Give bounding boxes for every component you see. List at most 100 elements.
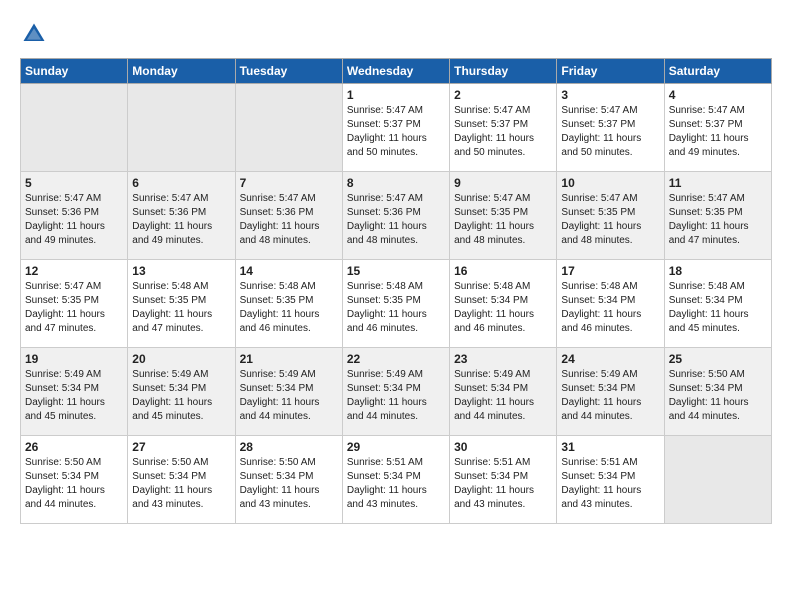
weekday-header-row: SundayMondayTuesdayWednesdayThursdayFrid…	[21, 59, 772, 84]
calendar-cell: 27 Sunrise: 5:50 AM Sunset: 5:34 PM Dayli…	[128, 436, 235, 524]
day-info: Sunrise: 5:48 AM Sunset: 5:34 PM Dayligh…	[454, 280, 552, 336]
weekday-header: Saturday	[664, 59, 771, 84]
calendar-week-row: 5 Sunrise: 5:47 AM Sunset: 5:36 PM Daylig…	[21, 172, 772, 260]
day-info: Sunrise: 5:48 AM Sunset: 5:34 PM Dayligh…	[561, 280, 659, 336]
day-number: 15	[347, 264, 445, 278]
day-info: Sunrise: 5:47 AM Sunset: 5:37 PM Dayligh…	[347, 104, 445, 160]
day-info: Sunrise: 5:50 AM Sunset: 5:34 PM Dayligh…	[25, 456, 123, 512]
calendar-cell: 23 Sunrise: 5:49 AM Sunset: 5:34 PM Dayli…	[450, 348, 557, 436]
calendar-cell: 24 Sunrise: 5:49 AM Sunset: 5:34 PM Dayli…	[557, 348, 664, 436]
day-info: Sunrise: 5:49 AM Sunset: 5:34 PM Dayligh…	[561, 368, 659, 424]
calendar-week-row: 1 Sunrise: 5:47 AM Sunset: 5:37 PM Daylig…	[21, 84, 772, 172]
calendar-week-row: 19Sunrise: 5:49 AM Sunset: 5:34 PM Dayli…	[21, 348, 772, 436]
day-info: Sunrise: 5:50 AM Sunset: 5:34 PM Dayligh…	[240, 456, 338, 512]
day-number: 17	[561, 264, 659, 278]
day-info: Sunrise: 5:47 AM Sunset: 5:35 PM Dayligh…	[561, 192, 659, 248]
calendar-cell: 13 Sunrise: 5:48 AM Sunset: 5:35 PM Dayli…	[128, 260, 235, 348]
day-number: 22	[347, 352, 445, 366]
day-info: Sunrise: 5:47 AM Sunset: 5:35 PM Dayligh…	[25, 280, 123, 336]
day-number: 2	[454, 88, 552, 102]
day-number: 28	[240, 440, 338, 454]
calendar-cell: 7 Sunrise: 5:47 AM Sunset: 5:36 PM Daylig…	[235, 172, 342, 260]
weekday-header: Tuesday	[235, 59, 342, 84]
calendar-cell	[235, 84, 342, 172]
day-number: 5	[25, 176, 123, 190]
calendar-cell: 11 Sunrise: 5:47 AM Sunset: 5:35 PM Dayli…	[664, 172, 771, 260]
logo-icon	[20, 20, 48, 48]
calendar-cell: 21 Sunrise: 5:49 AM Sunset: 5:34 PM Dayli…	[235, 348, 342, 436]
day-info: Sunrise: 5:47 AM Sunset: 5:36 PM Dayligh…	[25, 192, 123, 248]
day-number: 14	[240, 264, 338, 278]
day-info: Sunrise: 5:47 AM Sunset: 5:36 PM Dayligh…	[132, 192, 230, 248]
day-info: Sunrise: 5:49 AM Sunset: 5:34 PM Dayligh…	[132, 368, 230, 424]
day-number: 8	[347, 176, 445, 190]
calendar-cell: 25 Sunrise: 5:50 AM Sunset: 5:34 PM Dayli…	[664, 348, 771, 436]
calendar-week-row: 12 Sunrise: 5:47 AM Sunset: 5:35 PM Dayli…	[21, 260, 772, 348]
calendar-cell: 20 Sunrise: 5:49 AM Sunset: 5:34 PM Dayli…	[128, 348, 235, 436]
weekday-header: Sunday	[21, 59, 128, 84]
calendar-cell: 3Sunrise: 5:47 AM Sunset: 5:37 PM Daylig…	[557, 84, 664, 172]
calendar-cell: 19Sunrise: 5:49 AM Sunset: 5:34 PM Dayli…	[21, 348, 128, 436]
calendar-cell: 22 Sunrise: 5:49 AM Sunset: 5:34 PM Dayli…	[342, 348, 449, 436]
weekday-header: Wednesday	[342, 59, 449, 84]
day-number: 13	[132, 264, 230, 278]
day-info: Sunrise: 5:49 AM Sunset: 5:34 PM Dayligh…	[240, 368, 338, 424]
day-number: 6	[132, 176, 230, 190]
calendar-cell	[664, 436, 771, 524]
day-number: 16	[454, 264, 552, 278]
day-info: Sunrise: 5:51 AM Sunset: 5:34 PM Dayligh…	[347, 456, 445, 512]
day-info: Sunrise: 5:48 AM Sunset: 5:34 PM Dayligh…	[669, 280, 767, 336]
day-number: 3	[561, 88, 659, 102]
day-info: Sunrise: 5:47 AM Sunset: 5:35 PM Dayligh…	[454, 192, 552, 248]
calendar-cell: 12 Sunrise: 5:47 AM Sunset: 5:35 PM Dayli…	[21, 260, 128, 348]
day-info: Sunrise: 5:49 AM Sunset: 5:34 PM Dayligh…	[347, 368, 445, 424]
calendar-cell: 26 Sunrise: 5:50 AM Sunset: 5:34 PM Dayli…	[21, 436, 128, 524]
day-number: 30	[454, 440, 552, 454]
day-number: 26	[25, 440, 123, 454]
day-number: 9	[454, 176, 552, 190]
day-info: Sunrise: 5:48 AM Sunset: 5:35 PM Dayligh…	[347, 280, 445, 336]
calendar-cell: 2Sunrise: 5:47 AM Sunset: 5:37 PM Daylig…	[450, 84, 557, 172]
calendar-cell: 6 Sunrise: 5:47 AM Sunset: 5:36 PM Daylig…	[128, 172, 235, 260]
calendar-cell: 17 Sunrise: 5:48 AM Sunset: 5:34 PM Dayli…	[557, 260, 664, 348]
day-info: Sunrise: 5:47 AM Sunset: 5:36 PM Dayligh…	[347, 192, 445, 248]
day-number: 11	[669, 176, 767, 190]
day-info: Sunrise: 5:51 AM Sunset: 5:34 PM Dayligh…	[454, 456, 552, 512]
calendar-cell: 9 Sunrise: 5:47 AM Sunset: 5:35 PM Daylig…	[450, 172, 557, 260]
calendar-cell: 4Sunrise: 5:47 AM Sunset: 5:37 PM Daylig…	[664, 84, 771, 172]
calendar-week-row: 26 Sunrise: 5:50 AM Sunset: 5:34 PM Dayli…	[21, 436, 772, 524]
calendar-cell: 16 Sunrise: 5:48 AM Sunset: 5:34 PM Dayli…	[450, 260, 557, 348]
day-number: 21	[240, 352, 338, 366]
day-number: 27	[132, 440, 230, 454]
day-number: 12	[25, 264, 123, 278]
day-info: Sunrise: 5:47 AM Sunset: 5:36 PM Dayligh…	[240, 192, 338, 248]
day-info: Sunrise: 5:49 AM Sunset: 5:34 PM Dayligh…	[25, 368, 123, 424]
day-number: 4	[669, 88, 767, 102]
day-number: 29	[347, 440, 445, 454]
day-number: 20	[132, 352, 230, 366]
calendar-cell: 15 Sunrise: 5:48 AM Sunset: 5:35 PM Dayli…	[342, 260, 449, 348]
day-number: 23	[454, 352, 552, 366]
calendar-cell: 10 Sunrise: 5:47 AM Sunset: 5:35 PM Dayli…	[557, 172, 664, 260]
day-number: 31	[561, 440, 659, 454]
day-number: 10	[561, 176, 659, 190]
calendar-cell: 5 Sunrise: 5:47 AM Sunset: 5:36 PM Daylig…	[21, 172, 128, 260]
day-info: Sunrise: 5:47 AM Sunset: 5:35 PM Dayligh…	[669, 192, 767, 248]
page-header	[20, 20, 772, 48]
day-number: 7	[240, 176, 338, 190]
calendar-cell: 28 Sunrise: 5:50 AM Sunset: 5:34 PM Dayli…	[235, 436, 342, 524]
day-number: 18	[669, 264, 767, 278]
day-info: Sunrise: 5:49 AM Sunset: 5:34 PM Dayligh…	[454, 368, 552, 424]
day-number: 25	[669, 352, 767, 366]
day-number: 24	[561, 352, 659, 366]
day-info: Sunrise: 5:50 AM Sunset: 5:34 PM Dayligh…	[132, 456, 230, 512]
weekday-header: Friday	[557, 59, 664, 84]
calendar-cell	[21, 84, 128, 172]
calendar-cell: 30 Sunrise: 5:51 AM Sunset: 5:34 PM Dayli…	[450, 436, 557, 524]
calendar-cell: 14Sunrise: 5:48 AM Sunset: 5:35 PM Dayli…	[235, 260, 342, 348]
calendar-cell: 8 Sunrise: 5:47 AM Sunset: 5:36 PM Daylig…	[342, 172, 449, 260]
weekday-header: Thursday	[450, 59, 557, 84]
day-number: 1	[347, 88, 445, 102]
day-info: Sunrise: 5:48 AM Sunset: 5:35 PM Dayligh…	[132, 280, 230, 336]
day-info: Sunrise: 5:50 AM Sunset: 5:34 PM Dayligh…	[669, 368, 767, 424]
